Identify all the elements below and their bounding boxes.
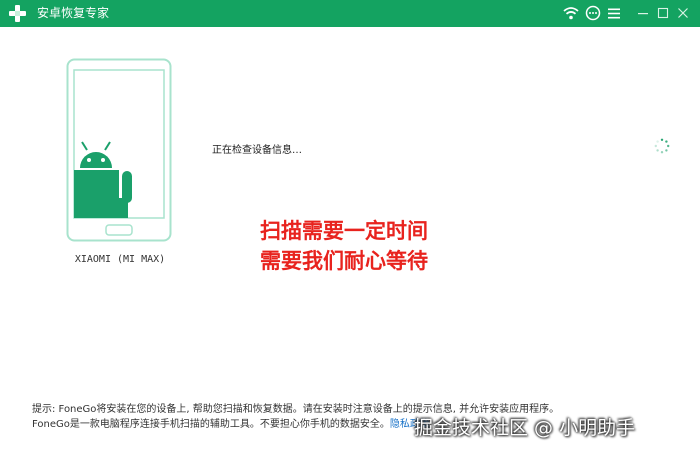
title-bar: 安卓恢复专家 [0, 0, 700, 27]
close-icon [678, 8, 688, 18]
safety-tip-text: FoneGo是一款电脑程序连接手机扫描的辅助工具。不要担心你手机的数据安全。 [32, 419, 390, 430]
menu-icon [608, 8, 620, 19]
watermark: 掘金技术社区 @ 小明助手 [414, 417, 636, 439]
loading-spinner-icon [654, 138, 670, 154]
install-tip: 提示: FoneGo将安装在您的设备上, 帮助您扫描和恢复数据。请在安装时注意设… [32, 404, 560, 415]
maximize-icon [657, 7, 669, 19]
wifi-button[interactable] [562, 5, 580, 22]
phone-illustration [66, 58, 172, 242]
wifi-icon [563, 7, 579, 20]
device-name: XIAOMI (MI MAX) [74, 254, 166, 265]
app-logo-icon [9, 5, 26, 22]
overlay-annotation-line2: 需要我们耐心等待 [260, 249, 428, 273]
close-button[interactable] [674, 5, 692, 22]
app-title: 安卓恢复专家 [37, 6, 110, 20]
feedback-button[interactable] [584, 5, 602, 22]
overlay-annotation: 扫描需要一定时间 需要我们耐心等待 [260, 216, 480, 276]
minimize-icon [638, 13, 648, 15]
chat-icon [585, 5, 601, 21]
maximize-button[interactable] [654, 5, 672, 22]
minimize-button[interactable] [634, 5, 652, 22]
overlay-annotation-line1: 扫描需要一定时间 [260, 219, 428, 243]
menu-button[interactable] [605, 5, 623, 22]
scan-status-text: 正在检查设备信息… [212, 145, 302, 156]
